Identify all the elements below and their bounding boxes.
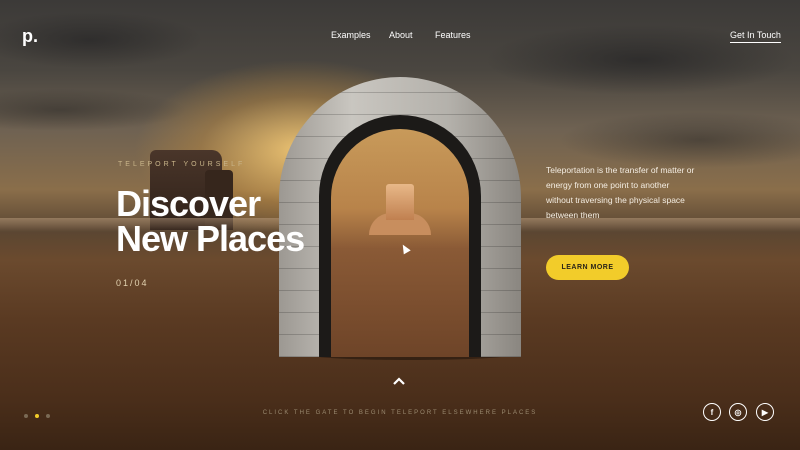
slide-counter: 01/04: [116, 278, 149, 288]
up-chevron-icon[interactable]: [392, 376, 406, 386]
instagram-icon[interactable]: ◎: [729, 403, 747, 421]
nav-about[interactable]: About: [389, 30, 413, 40]
youtube-icon[interactable]: ▶: [756, 403, 774, 421]
get-in-touch-link[interactable]: Get In Touch: [730, 30, 781, 43]
portal-mesa: [386, 184, 414, 220]
slider-dot[interactable]: [24, 414, 28, 418]
slider-dot[interactable]: [46, 414, 50, 418]
hero-title-line2: New Places: [116, 218, 305, 259]
gate-hint: CLICK THE GATE TO BEGIN TELEPORT ELSEWHE…: [262, 410, 538, 416]
teleport-gate[interactable]: [279, 77, 521, 357]
nav-examples[interactable]: Examples: [331, 30, 371, 40]
brand-logo[interactable]: p.: [22, 26, 38, 47]
hero-title-line1: Discover: [116, 183, 261, 224]
hero-description: Teleportation is the transfer of matter …: [546, 165, 695, 220]
hero-scene: p. Examples About Features Get In Touch …: [0, 0, 800, 450]
nav-features[interactable]: Features: [435, 30, 471, 40]
hero-eyebrow: TELEPORT YOURSELF: [118, 161, 246, 168]
facebook-icon[interactable]: f: [703, 403, 721, 421]
learn-more-button[interactable]: LEARN MORE: [546, 255, 629, 280]
gate-portal-view: [331, 129, 469, 357]
slider-dot-active[interactable]: [35, 414, 39, 418]
slider-dots: [24, 414, 50, 418]
